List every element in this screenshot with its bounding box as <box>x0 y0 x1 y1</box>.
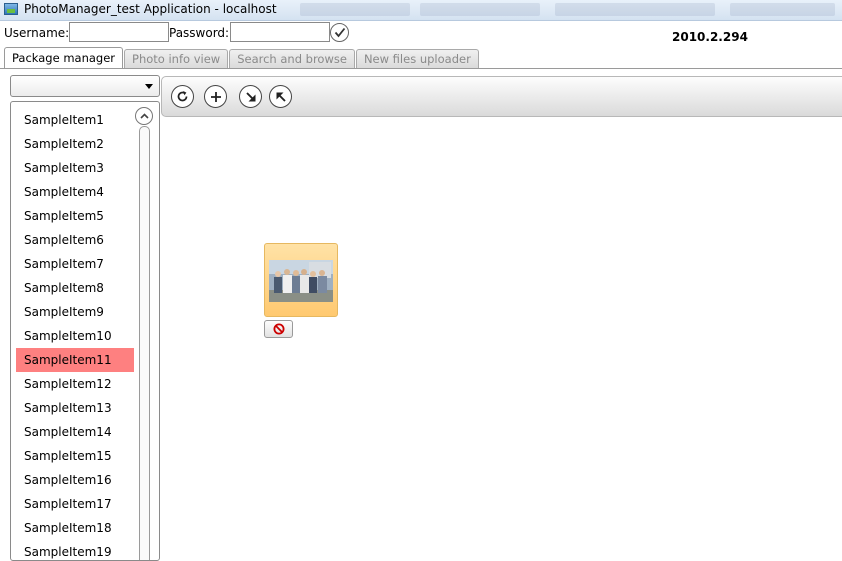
scroll-up-button[interactable] <box>135 107 153 125</box>
add-icon <box>210 91 221 102</box>
background-window-ghost <box>555 3 715 16</box>
login-button[interactable] <box>330 23 349 42</box>
list-item[interactable]: SampleItem19 <box>16 540 134 560</box>
list-item[interactable]: SampleItem18 <box>16 516 134 540</box>
item-list[interactable]: SampleItem1 SampleItem2 SampleItem3 SampleI… <box>10 101 160 561</box>
app-icon <box>4 3 18 15</box>
login-bar: Username: Password: 2010.2.294 <box>0 22 842 46</box>
refresh-button[interactable] <box>171 85 194 108</box>
scrollbar-track[interactable] <box>139 126 150 560</box>
package-select[interactable] <box>10 75 160 97</box>
list-item[interactable]: SampleItem12 <box>16 372 134 396</box>
password-label: Password: <box>169 26 230 40</box>
item-list-rows: SampleItem1 SampleItem2 SampleItem3 SampleI… <box>16 108 134 560</box>
checkmark-icon <box>334 27 345 38</box>
no-entry-icon <box>273 323 284 335</box>
move-up-left-button[interactable] <box>269 85 292 108</box>
username-label: Username: <box>4 26 70 40</box>
window-titlebar: PhotoManager_test Application - localhos… <box>0 0 842 21</box>
background-window-ghost <box>300 3 410 16</box>
photo-thumbnail-card[interactable] <box>264 243 338 317</box>
chevron-up-icon <box>139 113 149 119</box>
refresh-icon <box>177 91 188 102</box>
tab-search-and-browse[interactable]: Search and browse <box>229 49 355 69</box>
password-input[interactable] <box>230 22 330 42</box>
window-title: PhotoManager_test Application - localhos… <box>24 2 277 16</box>
list-item[interactable]: SampleItem14 <box>16 420 134 444</box>
add-button[interactable] <box>204 85 227 108</box>
list-item[interactable]: SampleItem6 <box>16 228 134 252</box>
list-item[interactable]: SampleItem16 <box>16 468 134 492</box>
list-item[interactable]: SampleItem1 <box>16 108 134 132</box>
list-item[interactable]: SampleItem15 <box>16 444 134 468</box>
tab-strip: Package manager Photo info view Search a… <box>4 47 480 69</box>
arrow-down-right-icon <box>245 91 255 101</box>
tab-package-manager[interactable]: Package manager <box>4 47 124 69</box>
list-item[interactable]: SampleItem9 <box>16 300 134 324</box>
list-item[interactable]: SampleItem3 <box>16 156 134 180</box>
tab-new-files-uploader[interactable]: New files uploader <box>355 49 479 69</box>
background-window-ghost <box>420 3 540 16</box>
list-item[interactable]: SampleItem11 <box>16 348 134 372</box>
move-down-right-button[interactable] <box>239 85 262 108</box>
version-label: 2010.2.294 <box>672 30 748 44</box>
list-item[interactable]: SampleItem4 <box>16 180 134 204</box>
chevron-down-icon <box>145 84 153 89</box>
background-window-ghost <box>730 3 835 16</box>
arrow-up-left-icon <box>276 92 286 102</box>
delete-photo-button[interactable] <box>264 320 293 338</box>
username-input[interactable] <box>69 22 169 42</box>
list-item[interactable]: SampleItem7 <box>16 252 134 276</box>
tab-photo-info-view[interactable]: Photo info view <box>124 49 229 69</box>
list-item[interactable]: SampleItem13 <box>16 396 134 420</box>
list-item[interactable]: SampleItem5 <box>16 204 134 228</box>
photo-thumbnail <box>269 260 333 302</box>
list-item[interactable]: SampleItem8 <box>16 276 134 300</box>
list-item[interactable]: SampleItem10 <box>16 324 134 348</box>
tab-divider <box>0 68 842 69</box>
photo-toolbar <box>161 76 842 117</box>
list-item[interactable]: SampleItem2 <box>16 132 134 156</box>
list-item[interactable]: SampleItem17 <box>16 492 134 516</box>
